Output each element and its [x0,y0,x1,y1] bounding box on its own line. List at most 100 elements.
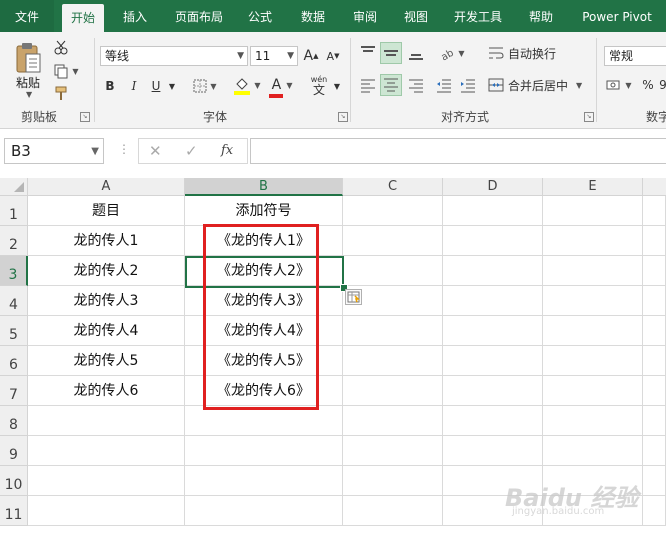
select-all-corner[interactable] [0,178,28,196]
cell-c2[interactable] [343,226,443,256]
tab-help[interactable]: 帮助 [520,0,562,32]
cell-e4[interactable] [543,286,643,316]
cell-e7[interactable] [543,376,643,406]
cell-b4[interactable]: 《龙的传人3》 [185,286,343,316]
cut-icon[interactable] [52,38,70,56]
cell-c10[interactable] [343,466,443,496]
italic-button[interactable]: I [126,76,142,96]
cell-c9[interactable] [343,436,443,466]
bold-button[interactable]: B [102,76,118,96]
row-header-8[interactable]: 8 [0,406,28,436]
row-header-6[interactable]: 6 [0,346,28,376]
bottom-align-button[interactable] [406,42,426,64]
tab-formulas[interactable]: 公式 [240,0,280,32]
tab-power-pivot[interactable]: Power Pivot [574,0,660,32]
cell-f9[interactable] [643,436,666,466]
cell-b10[interactable] [185,466,343,496]
column-header-e[interactable]: E [543,178,643,196]
cell-f4[interactable] [643,286,666,316]
cell-a5[interactable]: 龙的传人4 [28,316,185,346]
wrap-text-button[interactable]: 自动换行 [488,42,568,64]
row-header-2[interactable]: 2 [0,226,28,256]
column-header-b[interactable]: B [185,178,343,196]
cell-f1[interactable] [643,196,666,226]
underline-button[interactable]: U [148,76,164,96]
tab-home[interactable]: 开始 [62,4,104,32]
cell-d6[interactable] [443,346,543,376]
font-size-combo[interactable]: 11 ▼ [250,46,298,66]
clipboard-launcher-icon[interactable]: ↘ [80,112,90,122]
cell-b9[interactable] [185,436,343,466]
cell-a2[interactable]: 龙的传人1 [28,226,185,256]
cell-a9[interactable] [28,436,185,466]
more-options-icon[interactable]: ⋮ [118,142,130,156]
format-painter-icon[interactable] [52,84,70,102]
cell-c8[interactable] [343,406,443,436]
underline-dropdown-icon[interactable]: ▼ [166,76,178,96]
row-header-3[interactable]: 3 [0,256,28,286]
increase-indent-button[interactable] [458,74,478,96]
tab-insert[interactable]: 插入 [114,0,156,32]
middle-align-button[interactable] [380,42,402,64]
font-color-button[interactable]: A ▼ [266,74,296,98]
cell-e8[interactable] [543,406,643,436]
row-header-1[interactable]: 1 [0,196,28,226]
decrease-indent-button[interactable] [434,74,454,96]
copy-icon[interactable]: ▼ [52,62,80,80]
cell-a11[interactable] [28,496,185,526]
cell-a10[interactable] [28,466,185,496]
tab-view[interactable]: 视图 [396,0,436,32]
align-right-button[interactable] [406,74,426,96]
cell-d3[interactable] [443,256,543,286]
font-name-combo[interactable]: 等线 ▼ [100,46,248,66]
tab-page-layout[interactable]: 页面布局 [168,0,230,32]
paste-dropdown-icon[interactable]: ▼ [26,90,32,99]
cell-a1[interactable]: 题目 [28,196,185,226]
merge-center-button[interactable]: 合并后居中 ▼ [488,74,588,96]
cell-c1[interactable] [343,196,443,226]
cell-a8[interactable] [28,406,185,436]
row-header-11[interactable]: 11 [0,496,28,526]
cell-b2[interactable]: 《龙的传人1》 [185,226,343,256]
increase-font-button[interactable]: A ▲ [302,46,320,66]
cell-e3[interactable] [543,256,643,286]
cell-c11[interactable] [343,496,443,526]
paste-button[interactable] [12,38,46,78]
name-box[interactable]: B3 ▼ [4,138,104,164]
cell-d5[interactable] [443,316,543,346]
cell-b8[interactable] [185,406,343,436]
cell-f8[interactable] [643,406,666,436]
accounting-format-button[interactable]: ▼ [604,74,634,96]
cell-d4[interactable] [443,286,543,316]
row-header-7[interactable]: 7 [0,376,28,406]
cell-c6[interactable] [343,346,443,376]
column-header-d[interactable]: D [443,178,543,196]
cell-f2[interactable] [643,226,666,256]
cell-f3[interactable] [643,256,666,286]
cell-a6[interactable]: 龙的传人5 [28,346,185,376]
formula-input[interactable] [250,138,666,164]
cell-a4[interactable]: 龙的传人3 [28,286,185,316]
column-header-partial[interactable] [643,178,666,196]
comma-button[interactable]: 9 [658,74,666,96]
paste-label[interactable]: 粘贴 [16,74,40,91]
tab-file[interactable]: 文件 [0,0,54,32]
cell-b3[interactable]: 《龙的传人2》 [185,256,343,286]
cancel-icon[interactable]: ✕ [149,142,162,160]
cell-d7[interactable] [443,376,543,406]
tab-data[interactable]: 数据 [292,0,334,32]
insert-function-icon[interactable]: fx [221,143,233,158]
cell-b5[interactable]: 《龙的传人4》 [185,316,343,346]
align-center-button[interactable] [380,74,402,96]
row-header-9[interactable]: 9 [0,436,28,466]
alignment-launcher-icon[interactable]: ↘ [584,112,594,122]
cell-b7[interactable]: 《龙的传人6》 [185,376,343,406]
cell-c7[interactable] [343,376,443,406]
cell-e5[interactable] [543,316,643,346]
row-header-4[interactable]: 4 [0,286,28,316]
cell-f5[interactable] [643,316,666,346]
cell-f6[interactable] [643,346,666,376]
tab-developer[interactable]: 开发工具 [446,0,510,32]
cell-c5[interactable] [343,316,443,346]
fill-color-button[interactable]: ▼ [232,74,262,96]
